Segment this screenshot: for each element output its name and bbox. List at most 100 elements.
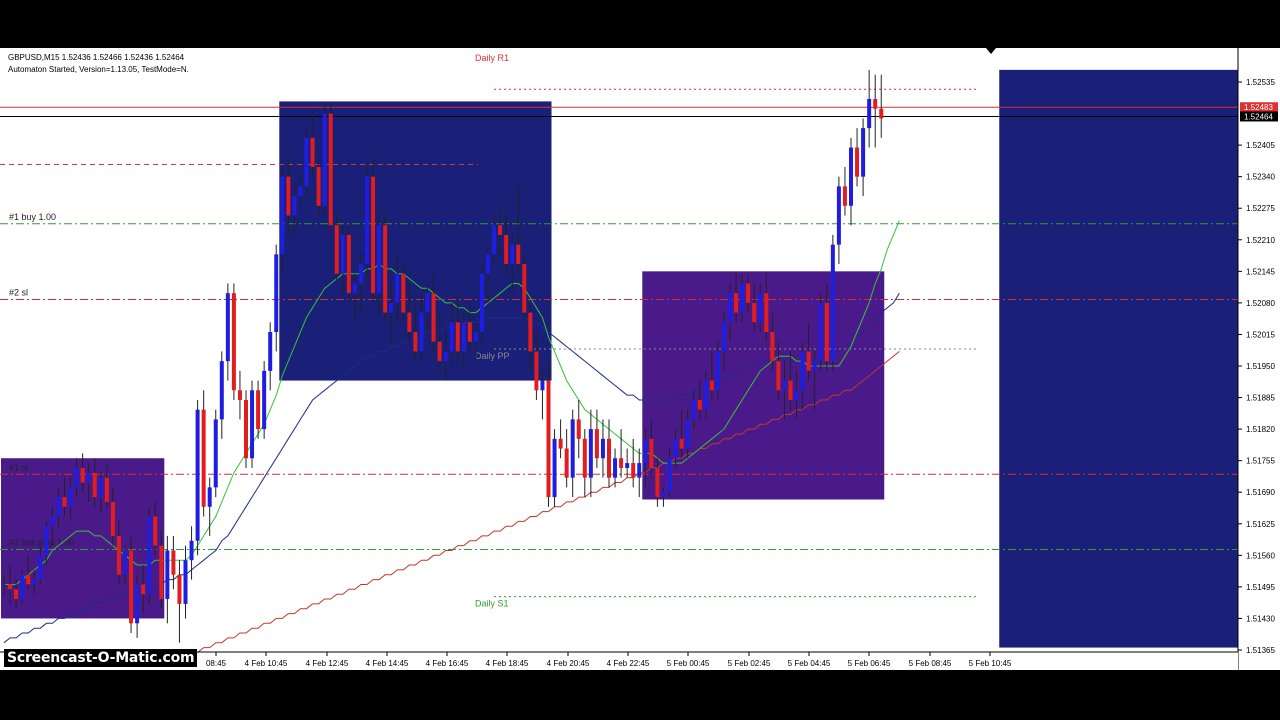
- price-tick-label-17: 1.51365: [1246, 646, 1275, 655]
- candle-body-73: [443, 351, 448, 362]
- candle-body-118: [715, 351, 720, 391]
- candle-body-89: [540, 380, 545, 391]
- candle-body-46: [280, 176, 285, 255]
- candle-body-33: [201, 409, 206, 507]
- price-tag-0: 1.52483: [1244, 103, 1273, 112]
- candle-body-107: [649, 438, 654, 468]
- candle-body-115: [697, 399, 702, 410]
- candle-body-139: [842, 186, 847, 206]
- candle-body-27: [165, 550, 170, 600]
- candle-body-117: [709, 380, 714, 391]
- candle-body-79: [479, 273, 484, 333]
- candle-body-24: [147, 516, 152, 595]
- candle-body-38: [231, 293, 236, 391]
- candle-body-71: [431, 293, 436, 342]
- candle-body-29: [177, 574, 182, 604]
- candle-body-35: [213, 419, 218, 488]
- candle-body-127: [770, 332, 775, 362]
- candle-body-4: [26, 574, 31, 585]
- candle-body-85: [516, 244, 521, 265]
- candle-body-23: [141, 584, 146, 595]
- price-tick-label-16: 1.51430: [1246, 614, 1275, 623]
- candle-body-17: [104, 477, 109, 502]
- time-label-5: 4 Feb 18:45: [486, 659, 529, 668]
- price-tick-label-7: 1.52015: [1246, 330, 1275, 339]
- candle-body-90: [546, 380, 551, 498]
- candle-body-116: [703, 380, 708, 410]
- candle-body-101: [613, 458, 618, 478]
- level-label-7: #1 sl: [9, 462, 28, 472]
- candle-body-2: [14, 589, 19, 600]
- candle-body-16: [98, 477, 103, 498]
- candle-body-43: [262, 370, 267, 430]
- candle-body-69: [419, 312, 424, 352]
- level-label-8: #2 sell stop 1.00: [9, 538, 75, 548]
- candle-body-142: [861, 128, 866, 177]
- price-tick-label-12: 1.51690: [1246, 488, 1275, 497]
- candle-body-133: [806, 351, 811, 371]
- candle-body-126: [764, 293, 769, 333]
- candle-body-34: [207, 487, 212, 507]
- candle-body-6: [38, 555, 43, 580]
- candle-body-131: [794, 390, 799, 400]
- level-label-5: #2 sl: [9, 287, 28, 297]
- candle-body-51: [310, 137, 315, 167]
- candle-body-125: [758, 293, 763, 323]
- candle-body-31: [189, 540, 194, 561]
- price-tick-label-13: 1.51625: [1246, 520, 1275, 529]
- candle-body-141: [855, 147, 860, 177]
- candle-body-143: [867, 98, 872, 129]
- time-label-10: 5 Feb 04:45: [788, 659, 831, 668]
- candle-body-140: [849, 147, 853, 206]
- candle-body-58: [352, 283, 357, 294]
- candle-body-13: [80, 467, 85, 483]
- candle-body-110: [667, 458, 672, 493]
- candle-body-55: [334, 225, 339, 274]
- candle-body-39: [237, 390, 242, 400]
- candle-body-63: [383, 225, 388, 313]
- candle-body-130: [788, 380, 793, 400]
- candle-body-59: [358, 264, 363, 284]
- candle-body-41: [250, 390, 255, 459]
- time-label-9: 5 Feb 02:45: [728, 659, 771, 668]
- candle-body-57: [346, 234, 351, 294]
- price-chart[interactable]: Daily R1 #1 buy 1.00 #2 sl Daily PP #1 sl #2 …: [0, 48, 1280, 670]
- candle-body-50: [304, 137, 309, 187]
- candle-body-40: [244, 399, 248, 459]
- level-label-0: Daily R1: [475, 53, 509, 63]
- candle-body-68: [413, 332, 418, 352]
- candle-body-135: [818, 302, 823, 362]
- candle-body-8: [50, 516, 55, 527]
- candle-body-105: [637, 463, 642, 478]
- candle-body-86: [522, 264, 527, 313]
- candle-body-82: [498, 225, 503, 235]
- candle-body-30: [183, 560, 188, 604]
- candle-body-137: [830, 244, 835, 362]
- candle-body-72: [437, 341, 442, 362]
- candle-body-121: [734, 293, 739, 313]
- candle-body-60: [365, 176, 369, 265]
- candle-body-54: [328, 113, 333, 226]
- candle-body-10: [62, 497, 67, 507]
- candle-body-87: [528, 312, 533, 352]
- candle-body-88: [534, 351, 539, 391]
- candle-body-74: [449, 322, 454, 352]
- price-tick-label-15: 1.51495: [1246, 583, 1275, 592]
- candle-body-12: [74, 467, 79, 488]
- candle-body-102: [619, 458, 624, 468]
- chart-window[interactable]: Daily R1 #1 buy 1.00 #2 sl Daily PP #1 sl #2 …: [0, 48, 1280, 670]
- session-box-3: [999, 69, 1238, 648]
- time-label-1: 4 Feb 10:45: [245, 659, 288, 668]
- price-tick-label-3: 1.52275: [1246, 204, 1275, 213]
- candle-body-22: [135, 584, 140, 624]
- candle-body-123: [746, 283, 751, 303]
- candle-body-80: [486, 254, 490, 274]
- candle-body-26: [159, 545, 164, 600]
- time-label-0: 08:45: [206, 659, 227, 668]
- candle-body-144: [873, 98, 878, 109]
- candle-body-81: [492, 225, 497, 255]
- candle-body-108: [655, 467, 660, 498]
- candle-body-61: [371, 176, 376, 294]
- candle-body-70: [425, 293, 430, 313]
- ea-status: Automaton Started, Version=1.13.05, Test…: [8, 65, 189, 74]
